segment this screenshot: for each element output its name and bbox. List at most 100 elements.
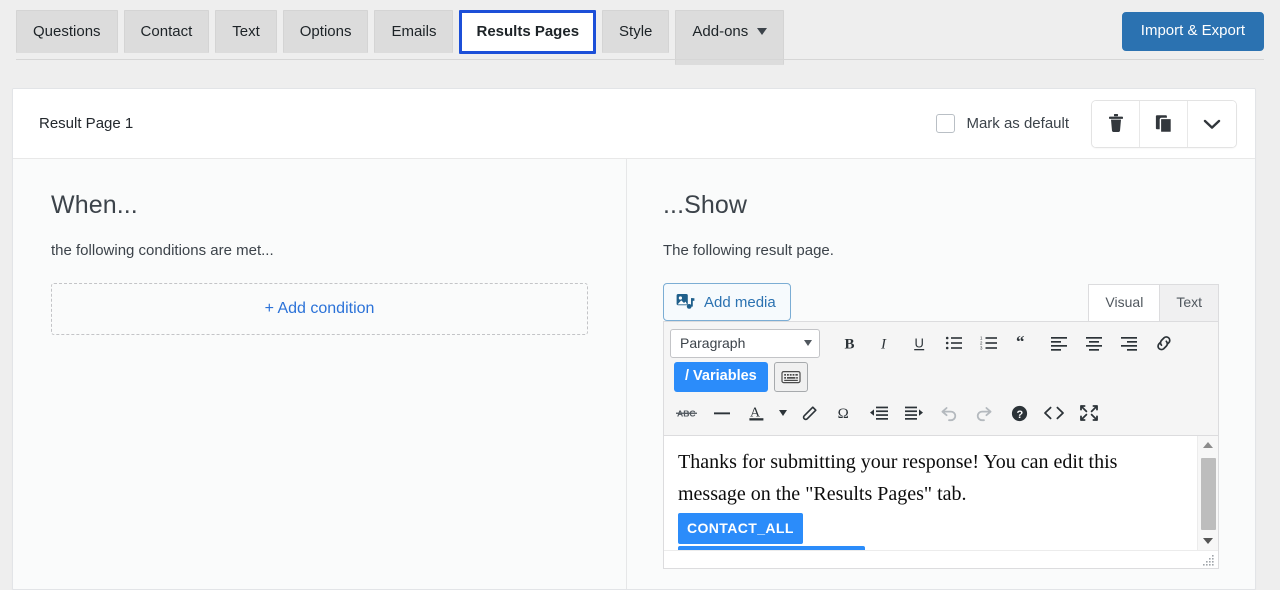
when-heading: When... [51, 191, 138, 219]
text-color-dropdown[interactable] [775, 397, 791, 429]
align-center-button[interactable] [1077, 327, 1111, 359]
mark-as-default-control[interactable]: Mark as default [936, 114, 1069, 133]
svg-text:B: B [844, 336, 854, 352]
editor-variable-line-1: CONTACT_ALL [678, 511, 1182, 545]
tab-text[interactable]: Text [215, 10, 277, 53]
editor-content[interactable]: Thanks for submitting your response! You… [664, 436, 1196, 550]
strikethrough-button[interactable]: ABC [670, 397, 704, 429]
tab-style[interactable]: Style [602, 10, 670, 53]
trash-icon [1108, 114, 1123, 133]
underline-button[interactable]: U [902, 327, 936, 359]
redo-button[interactable] [967, 397, 1001, 429]
horizontal-rule-icon [714, 412, 730, 415]
align-left-button[interactable] [1042, 327, 1076, 359]
underline-icon: U [913, 335, 924, 350]
increase-indent-button[interactable] [897, 397, 931, 429]
tab-bar-actions: Import & Export [1121, 0, 1264, 51]
numbered-list-icon: 1 2 3 [980, 336, 997, 351]
bold-button[interactable]: B [832, 327, 866, 359]
when-panel: When... the following conditions are met… [13, 159, 627, 589]
help-icon: ? [1011, 405, 1027, 421]
editor-mode-tabs: Visual Text [1088, 284, 1219, 321]
result-page-header: Result Page 1 Mark as default [13, 89, 1255, 159]
undo-icon [941, 407, 957, 422]
rich-text-editor: Paragraph B I U 1 2 3 “ / Variables ABC … [663, 321, 1219, 569]
when-subtitle: the following conditions are met... [51, 242, 274, 259]
clear-formatting-button[interactable] [792, 397, 826, 429]
editor-scrollbar[interactable] [1197, 436, 1218, 550]
bulleted-list-icon [945, 336, 962, 350]
editor-toolbar-row-2: ABC A Ω ? [670, 396, 1212, 430]
delete-result-page-button[interactable] [1092, 100, 1140, 147]
special-character-button[interactable]: Ω [827, 397, 861, 429]
source-code-button[interactable] [1037, 397, 1071, 429]
result-page-card: Result Page 1 Mark as default When... th… [12, 88, 1256, 590]
chevron-down-icon [1203, 119, 1221, 129]
tab-add-ons[interactable]: Add-ons [675, 10, 785, 65]
scrollbar-track[interactable] [1198, 454, 1219, 532]
svg-text:“: “ [1016, 335, 1025, 351]
align-left-icon [1051, 337, 1067, 351]
tab-contact[interactable]: Contact [123, 10, 210, 53]
undo-button[interactable] [932, 397, 966, 429]
show-heading: ...Show [663, 191, 748, 219]
tab-questions[interactable]: Questions [16, 10, 118, 53]
horizontal-rule-button[interactable] [705, 397, 739, 429]
add-condition-button[interactable]: + Add condition [51, 283, 588, 335]
tab-options[interactable]: Options [282, 10, 369, 53]
format-select[interactable]: Paragraph [670, 328, 820, 358]
tab-visual-editor[interactable]: Visual [1088, 284, 1161, 321]
decrease-indent-button[interactable] [862, 397, 896, 429]
scrollbar-thumb[interactable] [1200, 458, 1216, 530]
mark-as-default-checkbox[interactable] [936, 114, 956, 133]
clear-formatting-icon [802, 406, 817, 421]
editor-content-wrap: Thanks for submitting your response! You… [664, 436, 1218, 550]
editor-paragraph: Thanks for submitting your response! You… [678, 451, 1118, 506]
keyboard-shortcuts-button[interactable] [773, 362, 808, 392]
copy-icon [1155, 115, 1172, 133]
tab-emails[interactable]: Emails [374, 10, 454, 53]
resize-grip-icon[interactable] [1203, 554, 1215, 566]
help-button[interactable]: ? [1002, 397, 1036, 429]
result-page-header-actions: Mark as default [936, 99, 1237, 148]
duplicate-result-page-button[interactable] [1140, 100, 1188, 147]
tab-text-editor[interactable]: Text [1160, 284, 1219, 321]
editor-toolbar-top: Add media Visual Text [663, 283, 1219, 321]
collapse-result-page-button[interactable] [1188, 100, 1236, 147]
show-subtitle: The following result page. [663, 242, 834, 259]
blockquote-button[interactable]: “ [1007, 327, 1041, 359]
svg-text:U: U [914, 335, 923, 350]
text-color-icon: A [749, 405, 764, 420]
show-panel: ...Show The following result page. Add m… [627, 159, 1255, 589]
italic-button[interactable]: I [867, 327, 901, 359]
editor-toolbar-row-1: Paragraph B I U 1 2 3 “ [670, 326, 1212, 360]
result-page-title: Result Page 1 [39, 115, 134, 132]
link-button[interactable] [1147, 327, 1181, 359]
add-media-label: Add media [704, 293, 776, 311]
editor-toolbar-row-variables: / Variables [670, 360, 1212, 396]
triangle-down-icon [1203, 538, 1213, 544]
fullscreen-icon [1080, 405, 1098, 421]
redo-icon [976, 407, 992, 422]
svg-text:?: ? [1016, 409, 1023, 421]
bulleted-list-button[interactable] [937, 327, 971, 359]
numbered-list-button[interactable]: 1 2 3 [972, 327, 1006, 359]
result-page-body: When... the following conditions are met… [13, 159, 1255, 589]
keyboard-icon [781, 371, 801, 384]
scroll-down-button[interactable] [1197, 532, 1218, 550]
scroll-up-button[interactable] [1197, 436, 1218, 454]
link-icon [1157, 336, 1171, 351]
mark-as-default-label: Mark as default [966, 115, 1069, 132]
variable-tag-contact-all[interactable]: CONTACT_ALL [678, 512, 803, 545]
svg-text:I: I [880, 336, 887, 352]
triangle-up-icon [1203, 442, 1213, 448]
align-right-button[interactable] [1112, 327, 1146, 359]
add-media-button[interactable]: Add media [663, 283, 791, 321]
tab-results-pages[interactable]: Results Pages [459, 10, 597, 54]
text-color-button[interactable]: A [740, 397, 774, 429]
fullscreen-button[interactable] [1072, 397, 1106, 429]
increase-indent-icon [905, 406, 923, 420]
import-export-button[interactable]: Import & Export [1121, 12, 1264, 51]
add-media-icon [676, 294, 695, 309]
variables-button[interactable]: / Variables [674, 362, 768, 392]
